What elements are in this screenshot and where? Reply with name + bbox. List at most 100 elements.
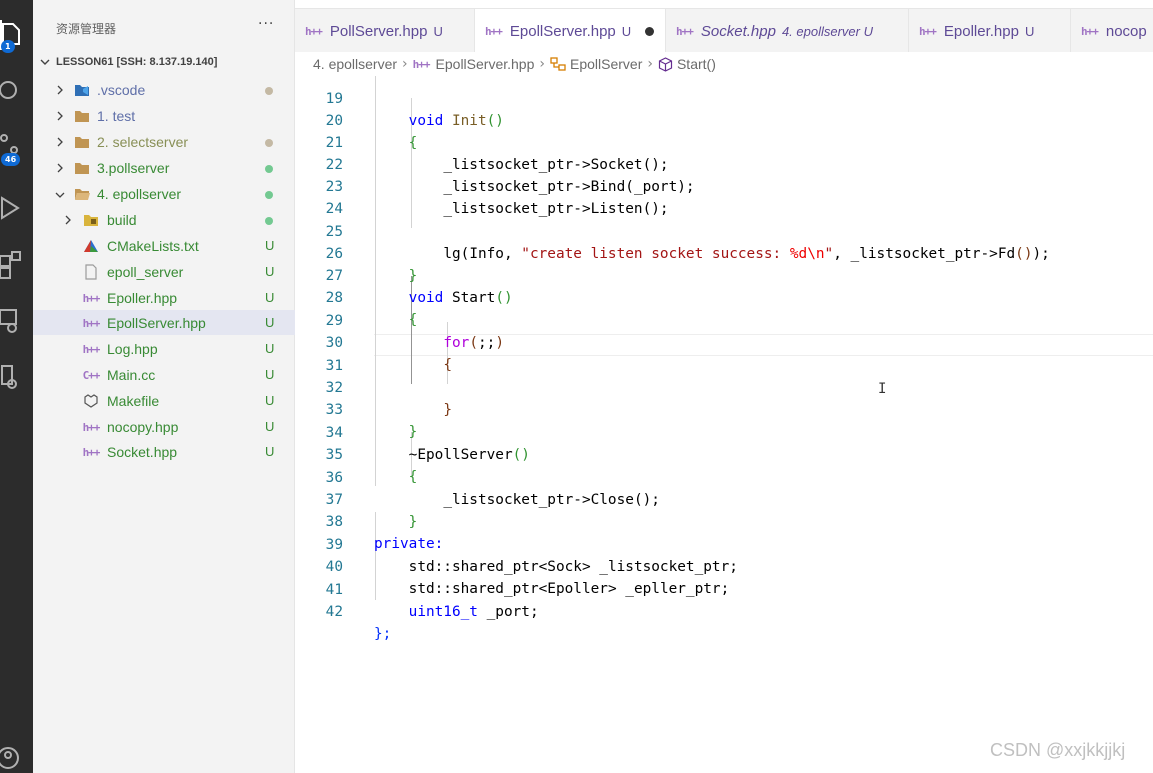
watermark: CSDN @xxjkkjjkj bbox=[990, 740, 1126, 760]
build-folder-icon bbox=[82, 212, 100, 228]
tab-socket[interactable]: h++ Socket.hpp 4. epollserver U bbox=[666, 9, 909, 53]
tab-label: Epoller.hpp bbox=[943, 22, 1019, 40]
tree-item-socket[interactable]: h++ Socket.hpp U bbox=[33, 439, 295, 464]
code-line: 26 } bbox=[295, 221, 1153, 284]
cmake-icon bbox=[82, 238, 100, 254]
chevron-right-icon bbox=[65, 215, 71, 225]
git-status: U bbox=[265, 367, 275, 382]
tree-item-label: build bbox=[107, 212, 137, 228]
tree-item-epoll-server[interactable]: epoll_server U bbox=[33, 259, 295, 284]
cpp-header-icon: h++ bbox=[82, 342, 101, 356]
tab-status: 4. epollserver U bbox=[781, 23, 873, 39]
unsaved-dot-icon[interactable] bbox=[645, 26, 655, 36]
testing-icon[interactable] bbox=[0, 354, 33, 398]
tab-pollserver[interactable]: h++ PollServer.hpp U bbox=[295, 9, 475, 53]
more-actions-button[interactable]: ··· bbox=[258, 16, 274, 32]
code-line: 38 private: bbox=[295, 489, 1153, 552]
tab-nocopy[interactable]: h++ nocop bbox=[1071, 9, 1153, 53]
cpp-header-icon: h++ bbox=[82, 316, 101, 330]
cpp-header-icon: h++ bbox=[919, 24, 937, 38]
code-line: 35 { bbox=[295, 422, 1153, 485]
tree-item-label: 1. test bbox=[97, 108, 136, 124]
method-icon bbox=[658, 56, 673, 72]
tree-item-label: nocopy.hpp bbox=[107, 419, 179, 435]
tree-item-label: 4. epollserver bbox=[97, 186, 182, 202]
breadcrumb-class[interactable]: EpollServer bbox=[570, 56, 642, 72]
git-status: U bbox=[265, 290, 275, 305]
line-text: uint16_t _port; bbox=[408, 604, 539, 620]
search-icon[interactable] bbox=[0, 68, 33, 112]
tab-label: EpollServer.hpp bbox=[509, 22, 616, 40]
chevron-right-icon: › bbox=[539, 56, 545, 72]
tree-item-label: CMakeLists.txt bbox=[107, 238, 199, 254]
workspace-label: LESSON61 [SSH: 8.137.19.140] bbox=[56, 56, 218, 68]
breadcrumb-folder[interactable]: 4. epollserver bbox=[313, 56, 397, 72]
code-line: 40 std::shared_ptr<Epoller> _epller_ptr; bbox=[295, 534, 1153, 597]
cpp-header-icon: h++ bbox=[82, 420, 101, 434]
tree-item-label: 3.pollserver bbox=[97, 160, 170, 176]
makefile-icon bbox=[82, 393, 100, 409]
workspace-root[interactable]: LESSON61 [SSH: 8.137.19.140] bbox=[33, 52, 295, 74]
code-line: 27 void Start() bbox=[295, 243, 1153, 306]
breadcrumb: 4. epollserver › h++ EpollServer.hpp › E… bbox=[295, 52, 1153, 76]
code-line: 32 } bbox=[295, 355, 1153, 418]
tree-item-vscode[interactable]: .vscode bbox=[33, 77, 295, 102]
code-line: 30 { bbox=[295, 310, 1153, 373]
untracked-dot bbox=[265, 217, 273, 225]
vscode-folder-icon bbox=[73, 82, 91, 98]
tree-item-cmakelists[interactable]: CMakeLists.txt U bbox=[33, 233, 295, 258]
tree-item-epollserver-hpp[interactable]: h++ EpollServer.hpp U bbox=[33, 310, 295, 335]
tree-item-build[interactable]: build bbox=[33, 207, 295, 232]
tree-item-makefile[interactable]: Makefile U bbox=[33, 388, 295, 413]
cpp-header-icon: h++ bbox=[1081, 24, 1099, 38]
tree-item-epollserver[interactable]: 4. epollserver bbox=[33, 181, 295, 206]
git-status: U bbox=[265, 419, 275, 434]
tab-epoller[interactable]: h++ Epoller.hpp U bbox=[909, 9, 1071, 53]
chevron-right-icon bbox=[57, 111, 63, 121]
tree-item-selectserver[interactable]: 2. selectserver bbox=[33, 129, 295, 154]
tree-item-label: EpollServer.hpp bbox=[107, 315, 206, 331]
tab-status: U bbox=[621, 23, 632, 39]
folder-icon bbox=[73, 108, 91, 124]
breadcrumb-file[interactable]: EpollServer.hpp bbox=[436, 56, 535, 72]
explorer-sidebar: 资源管理器 ··· LESSON61 [SSH: 8.137.19.140] .… bbox=[33, 0, 295, 773]
line-text: }; bbox=[374, 626, 392, 642]
chevron-right-icon: › bbox=[647, 56, 653, 72]
untracked-dot bbox=[265, 165, 273, 173]
tab-label: PollServer.hpp bbox=[329, 22, 428, 40]
code-line: 33 } bbox=[295, 377, 1153, 440]
explorer-header: 资源管理器 ··· bbox=[33, 12, 295, 36]
git-status: U bbox=[265, 315, 275, 330]
tree-item-nocopy[interactable]: h++ nocopy.hpp U bbox=[33, 414, 295, 439]
tree-item-label: Epoller.hpp bbox=[107, 290, 178, 306]
git-status: U bbox=[265, 264, 275, 279]
tree-item-main[interactable]: C++ Main.cc U bbox=[33, 362, 295, 387]
code-line: 21 _listsocket_ptr->Socket(); bbox=[295, 110, 1153, 173]
mouse-cursor-icon: I bbox=[878, 381, 887, 397]
extensions-icon[interactable] bbox=[0, 240, 33, 284]
code-line: 36 _listsocket_ptr->Close(); bbox=[295, 445, 1153, 508]
remote-explorer-icon[interactable] bbox=[0, 298, 33, 342]
activity-bar: 1 46 bbox=[0, 0, 33, 773]
tree-item-test[interactable]: 1. test bbox=[33, 103, 295, 128]
scm-badge: 46 bbox=[1, 153, 21, 166]
account-icon[interactable] bbox=[0, 735, 33, 773]
breadcrumb-method[interactable]: Start() bbox=[677, 56, 716, 72]
tree-item-pollserver[interactable]: 3.pollserver bbox=[33, 155, 295, 180]
modified-dot bbox=[265, 139, 273, 147]
tree-item-log[interactable]: h++ Log.hpp U bbox=[33, 336, 295, 361]
code-line: 34 ~EpollServer() bbox=[295, 400, 1153, 463]
cpp-header-icon: h++ bbox=[412, 57, 431, 71]
tree-item-label: Makefile bbox=[107, 393, 160, 409]
cpp-source-icon: C++ bbox=[82, 368, 101, 382]
code-editor[interactable]: 19 void Init() 20 { 21 _listsocket_ptr->… bbox=[295, 76, 1153, 773]
tree-item-label: 2. selectserver bbox=[97, 134, 189, 150]
tree-item-epoller[interactable]: h++ Epoller.hpp U bbox=[33, 285, 295, 310]
tab-epollserver[interactable]: h++ EpollServer.hpp U bbox=[475, 9, 666, 53]
tree-item-label: .vscode bbox=[97, 82, 146, 98]
tab-label: nocop bbox=[1105, 22, 1147, 40]
code-line: 28 { bbox=[295, 265, 1153, 328]
run-debug-icon[interactable] bbox=[0, 186, 33, 230]
tab-bar: h++ PollServer.hpp U h++ EpollServer.hpp… bbox=[295, 8, 1153, 53]
folder-icon bbox=[73, 160, 91, 176]
